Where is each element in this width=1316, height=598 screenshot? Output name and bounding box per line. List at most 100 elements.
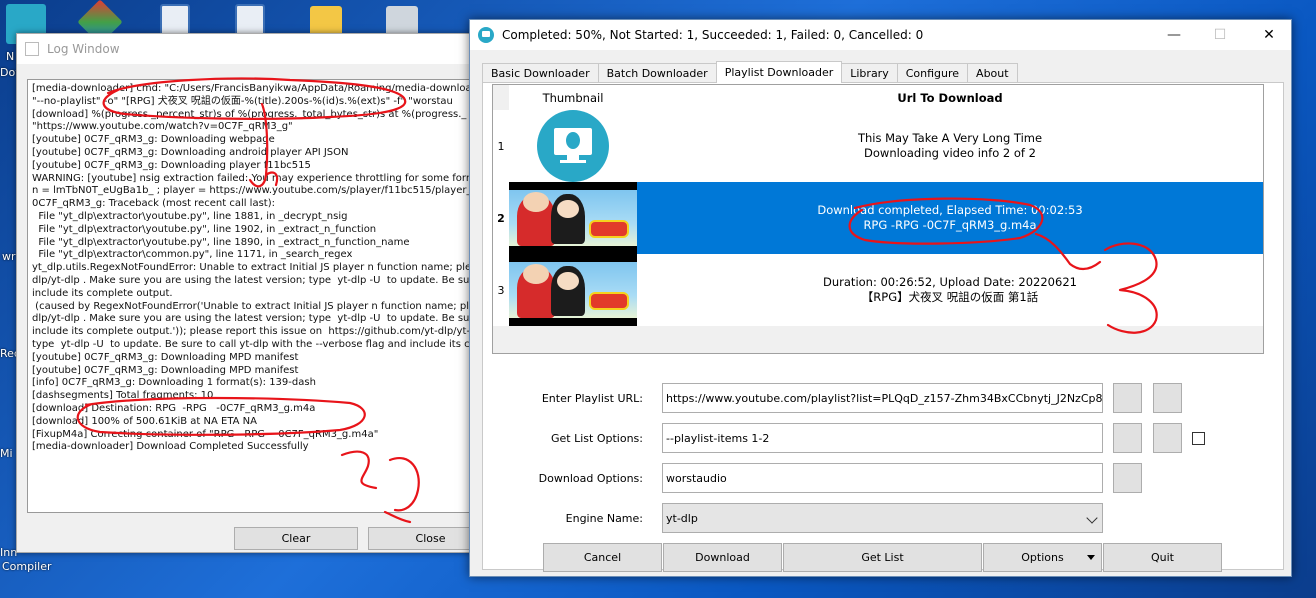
log-line: [media-downloader] Download Completed Su… <box>32 441 309 453</box>
tab-configure[interactable]: Configure <box>896 63 969 83</box>
get-list-button[interactable]: Get List <box>783 543 982 572</box>
download-app-thumbnail <box>509 110 637 182</box>
engine-name-value: yt-dlp <box>666 511 698 525</box>
log-line: [download] %(progress._percent_str)s of … <box>32 108 467 120</box>
log-line: File "yt_dlp\extractor\youtube.py", line… <box>32 210 348 222</box>
log-line: "https://www.youtube.com/watch?v=0C7F_qR… <box>32 121 293 133</box>
table-row[interactable]: Duration: 00:26:52, Upload Date: 2022062… <box>509 254 1263 326</box>
quit-button[interactable]: Quit <box>1103 543 1222 572</box>
playlist-url-label: Enter Playlist URL: <box>541 392 643 405</box>
playlist-downloader-panel: Thumbnail Url To Download 1 This May Tak… <box>482 82 1284 572</box>
table-row-selected[interactable]: Download completed, Elapsed Time: 00:02:… <box>509 182 1263 254</box>
paste-url-button[interactable] <box>1113 383 1142 413</box>
log-line: dlp/yt-dlp . Make sure you are using the… <box>32 274 475 286</box>
log-line: [dashsegments] Total fragments: 10 <box>32 390 214 402</box>
column-header-url[interactable]: Url To Download <box>637 85 1263 110</box>
tab-bar: Basic Downloader Batch Downloader Playli… <box>482 61 1018 83</box>
row-line-1: This May Take A Very Long Time <box>857 131 1043 145</box>
log-line: [youtube] 0C7F_qRM3_g: Downloading MPD m… <box>32 351 299 363</box>
app-icon <box>478 27 494 43</box>
desktop-label: Compiler <box>2 560 52 573</box>
log-line: dlp/yt-dlp . Make sure you are using the… <box>32 313 475 325</box>
log-line: File "yt_dlp\extractor\youtube.py", line… <box>32 223 377 235</box>
video-thumbnail <box>509 182 637 254</box>
log-line: 0C7F_qRM3_g: Traceback (most recent call… <box>32 198 275 210</box>
log-line: WARNING: [youtube] nsig extraction faile… <box>32 172 475 184</box>
monitor-download-icon <box>537 110 609 182</box>
log-line: type yt-dlp -U to update. Be sure to cal… <box>32 338 475 350</box>
minimize-button[interactable]: — <box>1151 20 1197 50</box>
log-line: include its complete output.')); please … <box>32 326 475 338</box>
tab-basic-downloader[interactable]: Basic Downloader <box>482 63 599 83</box>
desktop-label: Mi <box>0 447 13 460</box>
row-info: This May Take A Very Long Time Downloadi… <box>637 110 1263 182</box>
log-line: [youtube] 0C7F_qRM3_g: Downloading andro… <box>32 146 349 158</box>
engine-name-label: Engine Name: <box>565 512 643 525</box>
maximize-button[interactable]: ☐ <box>1197 20 1243 50</box>
row-number[interactable]: 3 <box>493 254 509 326</box>
row-line-2: 【RPG】犬夜叉 呪詛の仮面 第1話 <box>861 290 1039 304</box>
log-line: n = lmTbN0T_eUgBa1b_ ; player = https://… <box>32 185 475 197</box>
cancel-button[interactable]: Cancel <box>543 543 662 572</box>
log-window: Log Window [media-downloader] cmd: "C:/U… <box>16 33 493 553</box>
log-line: [FixupM4a] Correcting container of "RPG … <box>32 428 379 440</box>
row-line-1: Duration: 00:26:52, Upload Date: 2022062… <box>823 275 1077 289</box>
list-options-checkbox[interactable] <box>1192 432 1205 445</box>
desktop-label: Inn <box>0 546 18 559</box>
engine-name-select[interactable]: yt-dlp <box>662 503 1103 533</box>
table-row[interactable]: This May Take A Very Long Time Downloadi… <box>509 110 1263 182</box>
options-button[interactable]: Options <box>983 543 1102 572</box>
desktop-label: wr <box>2 250 16 263</box>
log-window-title: Log Window <box>47 42 120 56</box>
playlist-url-input[interactable]: https://www.youtube.com/playlist?list=PL… <box>662 383 1103 413</box>
row-number[interactable]: 2 <box>493 182 509 254</box>
anime-thumbnail-image <box>509 190 637 246</box>
column-header-thumbnail[interactable]: Thumbnail <box>509 85 637 110</box>
tab-library[interactable]: Library <box>841 63 898 83</box>
list-options-button-1[interactable] <box>1113 423 1142 453</box>
column-header-url-label: Url To Download <box>897 90 1003 105</box>
desktop-label: N <box>6 50 15 63</box>
close-window-button[interactable]: ✕ <box>1246 20 1292 50</box>
tab-batch-downloader[interactable]: Batch Downloader <box>597 63 717 83</box>
url-options-button[interactable] <box>1153 383 1182 413</box>
options-label: Options <box>1021 551 1064 564</box>
download-options-label: Download Options: <box>538 472 643 485</box>
log-line: File "yt_dlp\extractor\youtube.py", line… <box>32 236 410 248</box>
log-line: include its complete output. <box>32 287 173 299</box>
main-window-title: Completed: 50%, Not Started: 1, Succeede… <box>502 28 924 42</box>
row-line-2: Downloading video info 2 of 2 <box>864 146 1036 160</box>
video-thumbnail <box>509 254 637 326</box>
playlist-table[interactable]: Thumbnail Url To Download 1 This May Tak… <box>492 84 1264 354</box>
options-dropdown-arrow-icon <box>1087 555 1095 560</box>
log-line: [media-downloader] cmd: "C:/Users/Franci… <box>32 83 475 94</box>
tab-playlist-downloader[interactable]: Playlist Downloader <box>715 61 843 83</box>
window-icon <box>25 42 39 56</box>
list-options-label: Get List Options: <box>551 432 643 445</box>
list-options-input[interactable]: --playlist-items 1-2 <box>662 423 1103 453</box>
download-options-button[interactable] <box>1113 463 1142 493</box>
list-options-button-2[interactable] <box>1153 423 1182 453</box>
chevron-down-icon <box>1086 512 1098 524</box>
log-line: (caused by RegexNotFoundError('Unable to… <box>32 300 475 312</box>
download-options-input[interactable]: worstaudio <box>662 463 1103 493</box>
log-line: [download] Destination: RPG -RPG -0C7F_q… <box>32 402 316 414</box>
log-line: File "yt_dlp\extractor\common.py", line … <box>32 249 353 261</box>
anime-thumbnail-image <box>509 262 637 318</box>
row-number[interactable]: 1 <box>493 110 509 182</box>
clear-button[interactable]: Clear <box>234 527 358 550</box>
row-line-1: Download completed, Elapsed Time: 00:02:… <box>817 203 1083 217</box>
log-line: "--no-playlist" -o" "[RPG] 犬夜叉 呪詛の仮面-%(t… <box>32 95 453 107</box>
log-line: yt_dlp.utils.RegexNotFoundError: Unable … <box>32 262 475 274</box>
log-text-area[interactable]: [media-downloader] cmd: "C:/Users/Franci… <box>27 79 475 513</box>
download-button[interactable]: Download <box>663 543 782 572</box>
media-downloader-window: Completed: 50%, Not Started: 1, Succeede… <box>469 19 1292 577</box>
log-line: [youtube] 0C7F_qRM3_g: Downloading MPD m… <box>32 364 299 376</box>
log-line: [download] 100% of 500.61KiB at NA ETA N… <box>32 415 258 427</box>
log-window-titlebar[interactable]: Log Window <box>17 34 473 64</box>
tab-about[interactable]: About <box>967 63 1018 83</box>
row-info: Download completed, Elapsed Time: 00:02:… <box>637 182 1263 254</box>
log-line: [info] 0C7F_qRM3_g: Downloading 1 format… <box>32 377 316 389</box>
log-line: [youtube] 0C7F_qRM3_g: Downloading webpa… <box>32 134 275 146</box>
row-line-2: RPG -RPG -0C7F_qRM3_g.m4a <box>863 218 1037 232</box>
